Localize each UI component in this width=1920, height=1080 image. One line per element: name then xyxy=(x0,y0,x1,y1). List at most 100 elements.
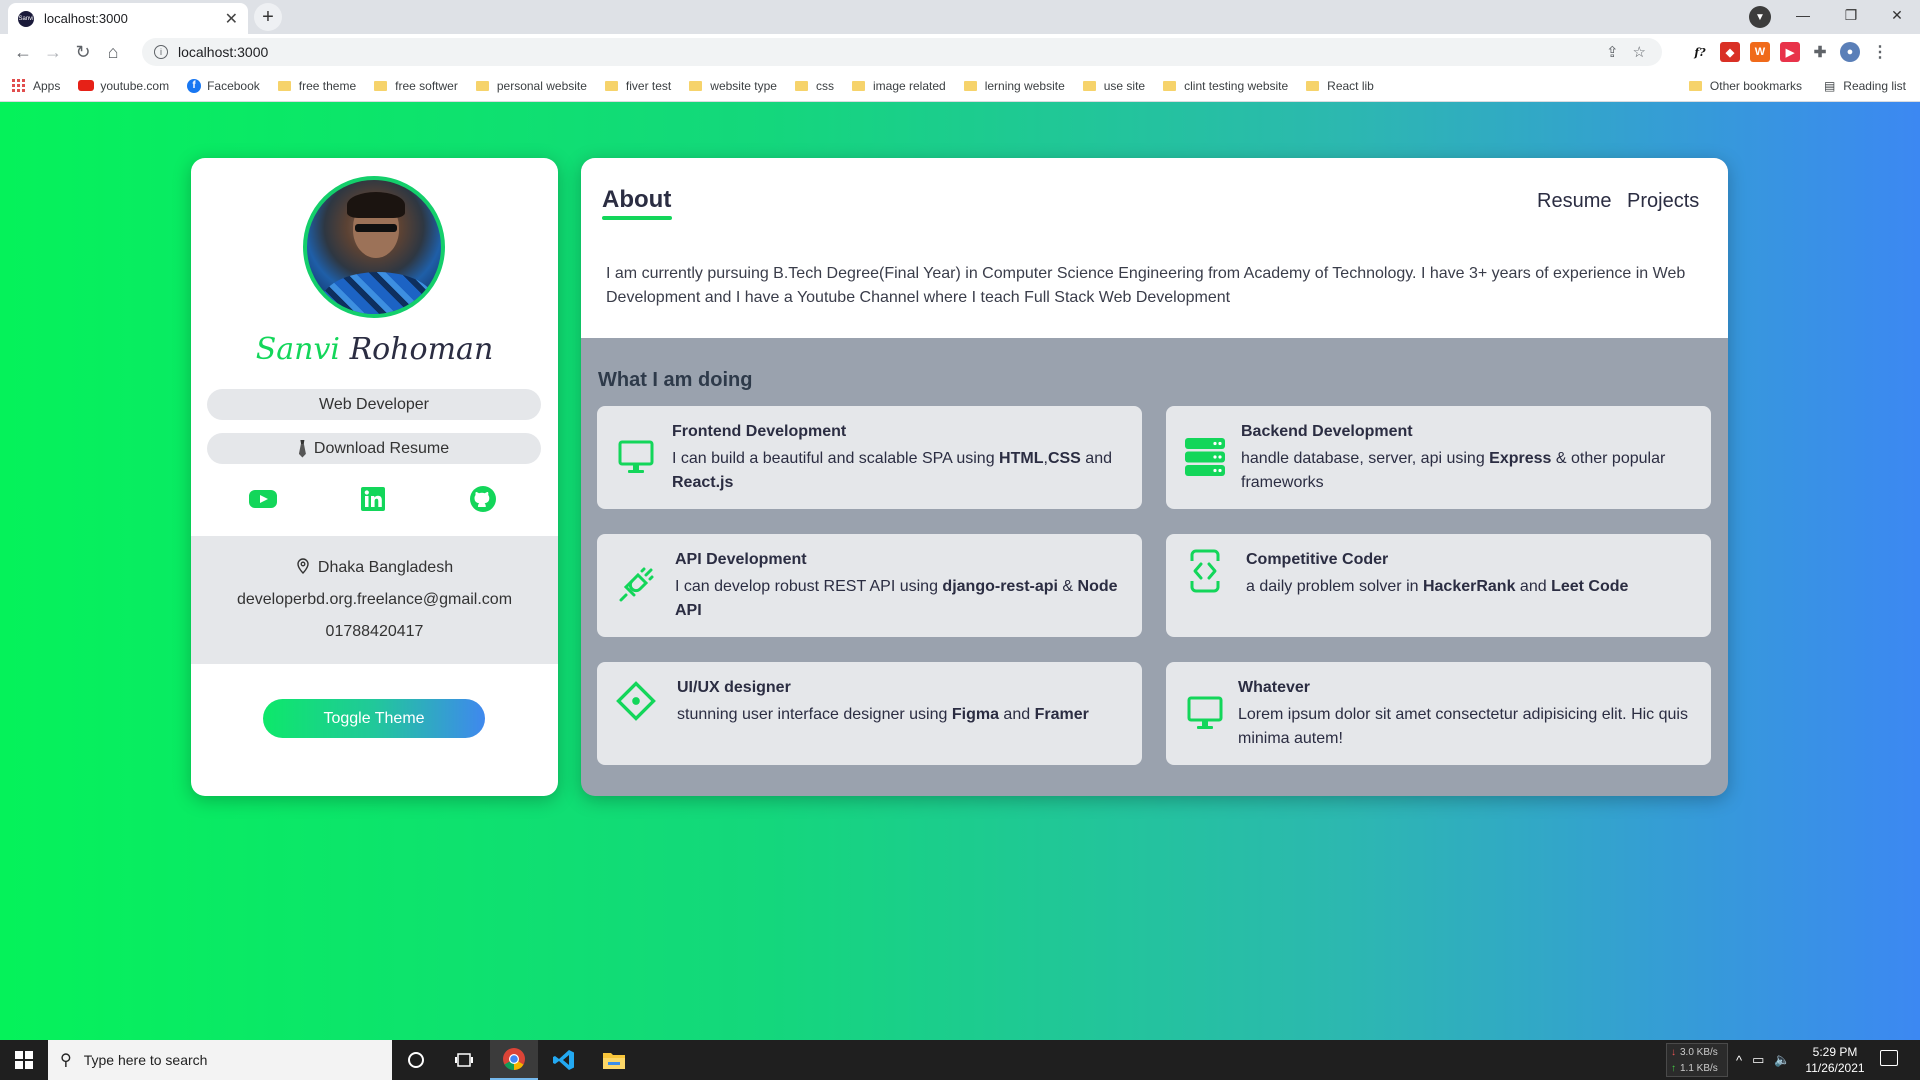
folder-icon xyxy=(1082,80,1096,91)
restore-icon[interactable]: ❐ xyxy=(1828,0,1874,30)
section-title: What I am doing xyxy=(598,369,753,391)
site-info-icon[interactable]: i xyxy=(154,45,168,59)
taskbar-search-input[interactable]: ⚲ Type here to search xyxy=(48,1040,392,1080)
service-keyword: Framer xyxy=(1034,706,1089,723)
phone[interactable]: 01788420417 xyxy=(191,616,558,648)
nav-projects[interactable]: Projects xyxy=(1627,190,1699,213)
social-links xyxy=(191,483,558,519)
bookmark-apps[interactable]: Apps xyxy=(12,79,60,93)
reload-icon[interactable]: ↻ xyxy=(68,37,98,67)
bookmark-star-icon[interactable]: ☆ xyxy=(1633,43,1646,61)
volume-icon[interactable]: 🔈 xyxy=(1774,1052,1790,1068)
service-keyword: Express xyxy=(1489,450,1552,467)
service-keyword: Figma xyxy=(951,706,999,723)
account-avatar-icon[interactable]: ● xyxy=(1840,42,1860,62)
nav-resume[interactable]: Resume xyxy=(1537,190,1611,213)
service-card: UI/UX designer stunning user interface d… xyxy=(597,662,1142,765)
bookmark-youtube[interactable]: youtube.com xyxy=(78,79,169,93)
network-speed-meter: ↓ 3.0 KB/s ↑ 1.1 KB/s xyxy=(1666,1043,1728,1077)
about-heading[interactable]: About xyxy=(602,186,671,214)
email[interactable]: developerbd.org.freelance@gmail.com xyxy=(191,584,558,616)
extension-icon[interactable]: W xyxy=(1750,42,1770,62)
reading-list-icon: ▤ xyxy=(1823,79,1836,93)
location-pin-icon xyxy=(296,557,310,579)
address-url[interactable]: localhost:3000 xyxy=(178,44,268,60)
forward-icon[interactable]: → xyxy=(38,37,68,67)
toggle-theme-button[interactable]: Toggle Theme xyxy=(263,699,485,738)
tie-icon xyxy=(298,439,306,458)
share-icon[interactable]: ⇪ xyxy=(1606,43,1619,61)
minimize-icon[interactable]: — xyxy=(1780,0,1826,30)
bookmark-folder[interactable]: fiver test xyxy=(604,79,671,93)
home-icon[interactable]: ⌂ xyxy=(98,37,128,67)
address-bar[interactable]: i localhost:3000 ⇪ ☆ xyxy=(142,38,1662,66)
about-text: I am currently pursuing B.Tech Degree(Fi… xyxy=(606,265,1686,306)
service-text: a daily problem solver in xyxy=(1246,578,1423,595)
bookmark-folder[interactable]: free theme xyxy=(277,79,356,93)
bookmark-other[interactable]: Other bookmarks xyxy=(1688,79,1802,93)
profile-icon[interactable]: ▼ xyxy=(1749,6,1771,28)
browser-toolbar: ← → ↻ ⌂ i localhost:3000 ⇪ ☆ f? ◆ W ▶ ✚ … xyxy=(0,34,1920,70)
new-tab-button[interactable]: + xyxy=(254,3,282,31)
chrome-icon[interactable] xyxy=(490,1040,538,1080)
task-view-icon[interactable] xyxy=(440,1040,488,1080)
active-tab-underline xyxy=(602,216,672,220)
file-explorer-icon[interactable] xyxy=(590,1040,638,1080)
github-icon[interactable] xyxy=(467,483,499,515)
bookmark-folder[interactable]: lerning website xyxy=(963,79,1065,93)
close-window-icon[interactable]: ✕ xyxy=(1874,0,1920,30)
reading-list[interactable]: ▤ Reading list xyxy=(1824,79,1906,93)
profile-name: Sanvi Rohoman xyxy=(191,332,558,367)
facebook-icon: f xyxy=(187,78,202,93)
service-text: handle database, server, api using xyxy=(1241,450,1490,467)
service-text: and xyxy=(998,706,1035,723)
linkedin-icon[interactable] xyxy=(357,483,389,515)
last-name: Rohoman xyxy=(349,332,494,367)
service-card: Whatever Lorem ipsum dolor sit amet cons… xyxy=(1166,662,1711,765)
fonts-extension-icon[interactable]: f? xyxy=(1690,42,1710,62)
extension-icon[interactable]: ◆ xyxy=(1720,42,1740,62)
service-text: and xyxy=(1515,578,1552,595)
service-text: I can develop robust REST API using xyxy=(675,578,943,595)
vscode-icon[interactable] xyxy=(540,1040,588,1080)
service-title: Backend Development xyxy=(1241,423,1413,440)
chevron-up-icon[interactable]: ^ xyxy=(1736,1053,1742,1068)
back-icon[interactable]: ← xyxy=(8,37,38,67)
tab-close-icon[interactable]: ✕ xyxy=(225,9,238,29)
notification-center-icon[interactable] xyxy=(1880,1050,1898,1066)
service-keyword: Leet Code xyxy=(1551,578,1629,595)
first-name: Sanvi xyxy=(255,332,341,367)
youtube-icon[interactable] xyxy=(247,483,279,515)
apps-grid-icon xyxy=(12,79,25,92)
browser-tab-strip: Sanvi localhost:3000 ✕ + ▼ — ❐ ✕ xyxy=(0,0,1920,34)
browser-tab[interactable]: Sanvi localhost:3000 ✕ xyxy=(8,3,248,34)
system-tray: ^ ▭ 🔈 xyxy=(1736,1040,1791,1080)
bookmark-folder[interactable]: clint testing website xyxy=(1163,79,1288,93)
role-badge: Web Developer xyxy=(207,389,541,420)
location: Dhaka Bangladesh xyxy=(191,552,558,584)
extension-icon[interactable]: ▶ xyxy=(1780,42,1800,62)
bookmark-folder[interactable]: css xyxy=(794,79,834,93)
bookmark-folder[interactable]: image related xyxy=(851,79,946,93)
cortana-icon[interactable] xyxy=(392,1040,440,1080)
windows-start-icon[interactable] xyxy=(0,1040,48,1080)
bookmark-folder[interactable]: use site xyxy=(1082,79,1145,93)
folder-icon xyxy=(794,80,808,91)
monitor-icon xyxy=(615,436,657,478)
contact-info: Dhaka Bangladesh developerbd.org.freelan… xyxy=(191,536,558,664)
service-card: Backend Development handle database, ser… xyxy=(1166,406,1711,509)
bookmark-folder[interactable]: React lib xyxy=(1306,79,1374,93)
folder-icon xyxy=(277,80,291,91)
avatar xyxy=(303,176,445,318)
service-desc: a daily problem solver in HackerRank and… xyxy=(1246,575,1701,599)
taskbar-clock[interactable]: 5:29 PM 11/26/2021 xyxy=(1800,1044,1870,1076)
puzzle-extensions-icon[interactable]: ✚ xyxy=(1810,42,1830,62)
service-text: I can build a beautiful and scalable SPA… xyxy=(672,450,1000,467)
network-icon[interactable]: ▭ xyxy=(1752,1052,1764,1068)
bookmark-facebook[interactable]: f Facebook xyxy=(187,78,260,93)
download-resume-button[interactable]: Download Resume xyxy=(207,433,541,464)
bookmark-folder[interactable]: website type xyxy=(689,79,777,93)
bookmark-folder[interactable]: free softwer xyxy=(374,79,458,93)
menu-kebab-icon[interactable]: ⋮ xyxy=(1870,42,1890,62)
bookmark-folder[interactable]: personal website xyxy=(475,79,587,93)
